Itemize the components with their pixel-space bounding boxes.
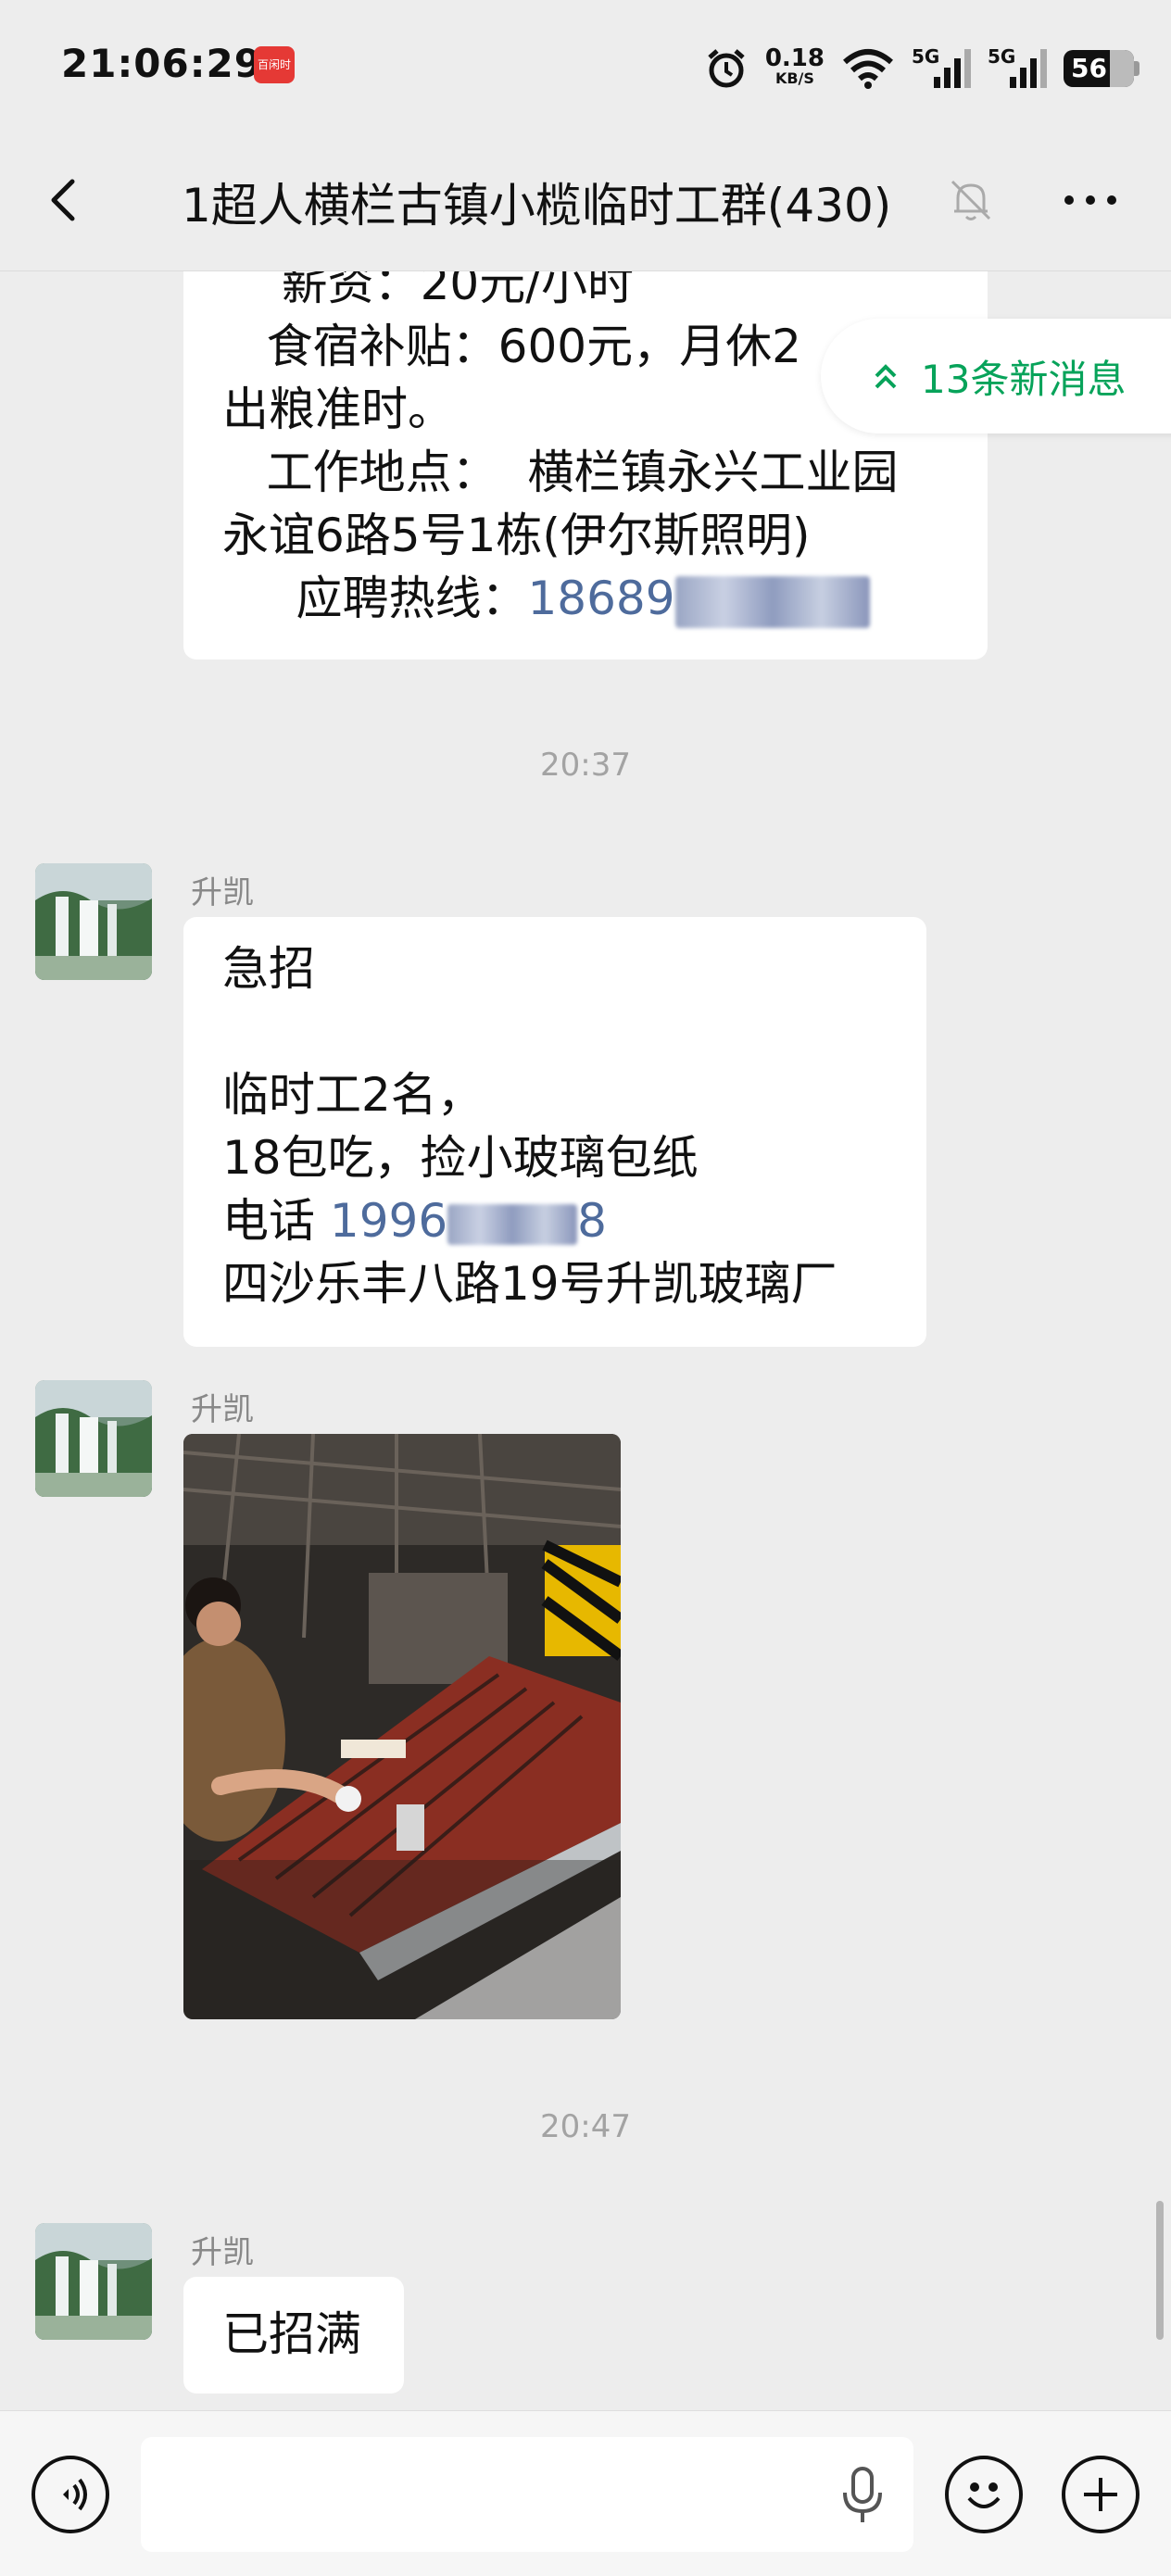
new-messages-button[interactable]: 13条新消息: [821, 319, 1171, 434]
message-bubble[interactable]: 急招 临时工2名， 18包吃，捡小玻璃包纸 电话 1996 8 四沙乐丰八路19号…: [183, 917, 926, 1347]
message-line: 四沙乐丰八路19号升凯玻璃厂: [222, 1257, 837, 1311]
chat-title: 1超人横栏古镇小榄临时工群(430): [182, 179, 892, 232]
signal-5g-1-icon: 5G: [912, 45, 971, 92]
sender-name: 升凯: [191, 1391, 254, 1428]
bell-muted-icon: [951, 180, 991, 220]
new-messages-label: 13条新消息: [921, 356, 1127, 402]
message-line: 已招满: [222, 2307, 361, 2361]
message-input[interactable]: [141, 2437, 913, 2552]
plus-button[interactable]: [1062, 2456, 1140, 2533]
message-list[interactable]: 薪资：20元/小时 食宿补贴：600元，月休2 出粮准时。 工作地点： 横栏镇永…: [0, 270, 1171, 2410]
message-bubble[interactable]: 已招满: [183, 2277, 404, 2394]
input-bar: [0, 2410, 1171, 2576]
mic-icon[interactable]: [839, 2465, 886, 2526]
network-speed: 0.18 KB/S: [764, 44, 825, 87]
message-line: 18包吃，捡小玻璃包纸: [222, 1131, 699, 1185]
factory-photo: [183, 1434, 621, 2019]
double-chevron-up-icon: [875, 364, 897, 389]
app-notification-icon: 百闲时: [254, 46, 295, 83]
phone-link[interactable]: 18689: [527, 572, 674, 625]
message-line: 永谊6路5号1栋(伊尔斯照明): [222, 509, 811, 562]
waterfall-avatar-image: [35, 863, 152, 980]
status-indicators: 0.18 KB/S 5G 5G 56: [704, 41, 1140, 96]
timestamp: 20:37: [540, 747, 631, 784]
image-message[interactable]: [183, 1434, 621, 2019]
voice-button[interactable]: [31, 2456, 109, 2533]
emoji-button[interactable]: [945, 2456, 1023, 2533]
sender-name: 升凯: [191, 2234, 254, 2271]
message-line: 薪资：20元/小时: [222, 270, 635, 310]
emoji-icon: [967, 2482, 1001, 2508]
avatar[interactable]: [35, 2223, 152, 2340]
message-line: 工作地点： 横栏镇永兴工业园: [222, 446, 899, 499]
scrollbar[interactable]: [1156, 2201, 1164, 2340]
message-line: 应聘热线：18689: [222, 567, 951, 630]
more-icon[interactable]: [1058, 172, 1123, 228]
chat-header: 1超人横栏古镇小榄临时工群(430): [0, 135, 1171, 271]
signal-5g-2-icon: 5G: [988, 45, 1047, 92]
wifi-icon: [843, 49, 893, 89]
status-time: 21:06:29: [61, 41, 262, 86]
voice-icon: [63, 2478, 87, 2511]
message-line: 临时工2名，: [222, 1068, 484, 1122]
message-line: [222, 1000, 889, 1063]
avatar[interactable]: [35, 863, 152, 980]
sender-name: 升凯: [191, 874, 254, 911]
avatar[interactable]: [35, 1380, 152, 1497]
timestamp: 20:47: [540, 2108, 631, 2145]
redacted-mosaic: [674, 575, 870, 628]
alarm-icon: [708, 49, 745, 88]
plus-icon: [1084, 2478, 1117, 2511]
phone-link[interactable]: 1996 8: [330, 1194, 607, 1248]
waterfall-avatar-image: [35, 2223, 152, 2340]
message-line: 急招: [222, 942, 315, 996]
status-bar: 21:06:29 百闲时 0.18 KB/S 5G 5G 56: [0, 0, 1171, 135]
message-line: 电话 1996 8: [222, 1194, 607, 1248]
waterfall-avatar-image: [35, 1380, 152, 1497]
battery-icon: 56: [1064, 50, 1140, 87]
redacted-mosaic: [447, 1203, 578, 1245]
back-arrow-icon[interactable]: [37, 172, 93, 228]
